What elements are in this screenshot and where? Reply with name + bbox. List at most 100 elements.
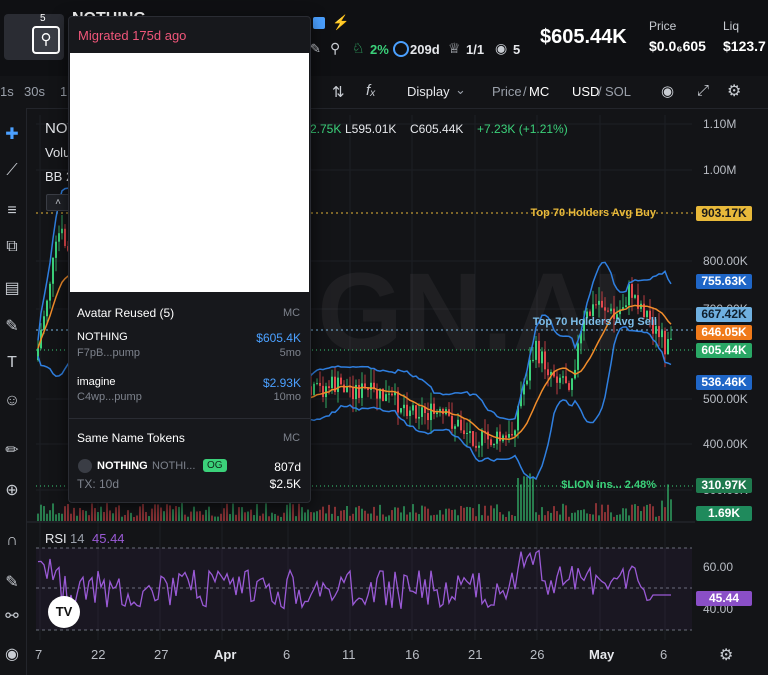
trendline-icon[interactable]: ⟋ (0, 162, 24, 180)
crosshair-icon[interactable]: ✚ (0, 124, 24, 144)
interval-30s[interactable]: 30s (24, 84, 45, 99)
display-menu[interactable]: Display (407, 84, 450, 99)
candle-body (361, 383, 363, 398)
pattern-icon[interactable]: ⧉ (0, 238, 24, 256)
volume-bar (73, 507, 75, 521)
interval-1m[interactable]: 1 (60, 84, 67, 99)
volume-bar (445, 508, 447, 521)
emoji-icon[interactable]: ☺ (0, 392, 24, 410)
lightning-icon: ⚡ (332, 14, 350, 30)
volume-bar (220, 513, 222, 521)
brush-icon[interactable]: ✎ (0, 316, 24, 336)
volume-bar (385, 516, 387, 521)
volume-bar (91, 503, 93, 521)
volume-bar (670, 499, 672, 521)
edit-icon[interactable]: ✎ (310, 41, 321, 57)
ruler-icon[interactable]: ✏ (0, 440, 24, 460)
price-value: $0.0₆605 (649, 38, 706, 54)
text-icon[interactable]: T (0, 354, 24, 372)
search-icon[interactable]: ⚲ (32, 26, 60, 54)
position-icon[interactable]: ▤ (0, 278, 24, 298)
volume-bar (127, 510, 129, 521)
candle-body (598, 300, 600, 305)
price-toggle[interactable]: Price (492, 84, 522, 99)
zoom-icon[interactable]: ⊕ (0, 480, 24, 500)
volume-bar (70, 513, 72, 521)
volume-bar (289, 503, 291, 521)
candle-body (64, 228, 66, 247)
age-icon (393, 41, 409, 57)
same-token-name[interactable]: NOTHING (97, 460, 148, 472)
candle-body (313, 383, 315, 396)
candle-body (505, 435, 507, 438)
volume-bar (526, 476, 528, 521)
volume-bar (442, 514, 444, 521)
rsi-period: 14 (70, 531, 85, 546)
volume-bar (343, 510, 345, 521)
usd-toggle[interactable]: USD (572, 84, 599, 99)
volume-bar (349, 515, 351, 521)
volume-bar (274, 513, 276, 521)
search-token-icon[interactable]: ⚲ (330, 40, 340, 57)
settings-icon[interactable]: ⚙ (727, 81, 741, 101)
reused-token-name[interactable]: NOTHING (77, 331, 128, 343)
volume-bar (415, 512, 417, 521)
volume-bar (508, 511, 510, 521)
eye-toggle-icon[interactable]: ◉ (0, 644, 24, 664)
candle-body (658, 326, 660, 338)
reused-token-addr[interactable]: C4wp...pump (77, 391, 142, 403)
reused-token-mc: $605.4K (256, 331, 301, 345)
volume-bar (481, 515, 483, 521)
volume-bar (460, 505, 462, 521)
reused-token-addr[interactable]: F7pB...pump (77, 347, 140, 359)
axis-settings-icon[interactable]: ⚙ (719, 645, 733, 665)
indicator-icon[interactable]: fₓ (366, 82, 376, 99)
volume-bar (502, 514, 504, 521)
volume-bar (79, 507, 81, 521)
volume-bar (229, 514, 231, 521)
volume-bar (643, 506, 645, 521)
volume-bar (616, 514, 618, 521)
volume-bar (562, 503, 564, 521)
volume-bar (544, 515, 546, 521)
volume-bar (553, 506, 555, 521)
candle-body (604, 307, 606, 311)
volume-bar (583, 509, 585, 521)
volume-bar (142, 503, 144, 521)
candle-body (661, 330, 663, 338)
volume-bar (226, 503, 228, 521)
volume-bar (565, 505, 567, 521)
mc-toggle[interactable]: MC (529, 84, 549, 99)
volume-bar (316, 511, 318, 521)
fullscreen-icon[interactable]: ⤢ (697, 82, 709, 99)
volume-bar (184, 514, 186, 521)
candle-body (412, 405, 414, 411)
volume-bar (64, 506, 66, 521)
volume-bar (421, 505, 423, 521)
volume-bar (190, 511, 192, 521)
legend-collapse-button[interactable]: ˄ (46, 194, 70, 211)
candle-body (469, 431, 471, 433)
x-label-6: 6 (283, 647, 291, 662)
candle-body (337, 377, 339, 392)
candle-body (421, 407, 423, 417)
interval-1s[interactable]: 1s (0, 84, 14, 99)
volume-bar (277, 515, 279, 521)
candle-body (538, 340, 540, 364)
candle-body (475, 445, 477, 448)
candle-style-icon[interactable]: ⇅ (332, 83, 345, 101)
reused-token-name[interactable]: imagine (77, 376, 116, 388)
volume-bar (361, 508, 363, 521)
volume-bar (82, 510, 84, 521)
fib-icon[interactable]: ≡ (0, 202, 24, 220)
magnet-icon[interactable]: ∩ (0, 532, 24, 550)
lock-icon[interactable]: ⚯ (0, 606, 24, 626)
sol-toggle[interactable]: SOL (605, 84, 631, 99)
camera-icon[interactable]: ◉ (661, 82, 674, 100)
candle-body (490, 439, 492, 446)
lock-drawings-icon[interactable]: ✎ (0, 572, 24, 592)
tradingview-logo[interactable]: TV (48, 596, 80, 628)
volume-bar (580, 510, 582, 521)
volume-bar (109, 510, 111, 521)
candle-body (472, 431, 474, 446)
